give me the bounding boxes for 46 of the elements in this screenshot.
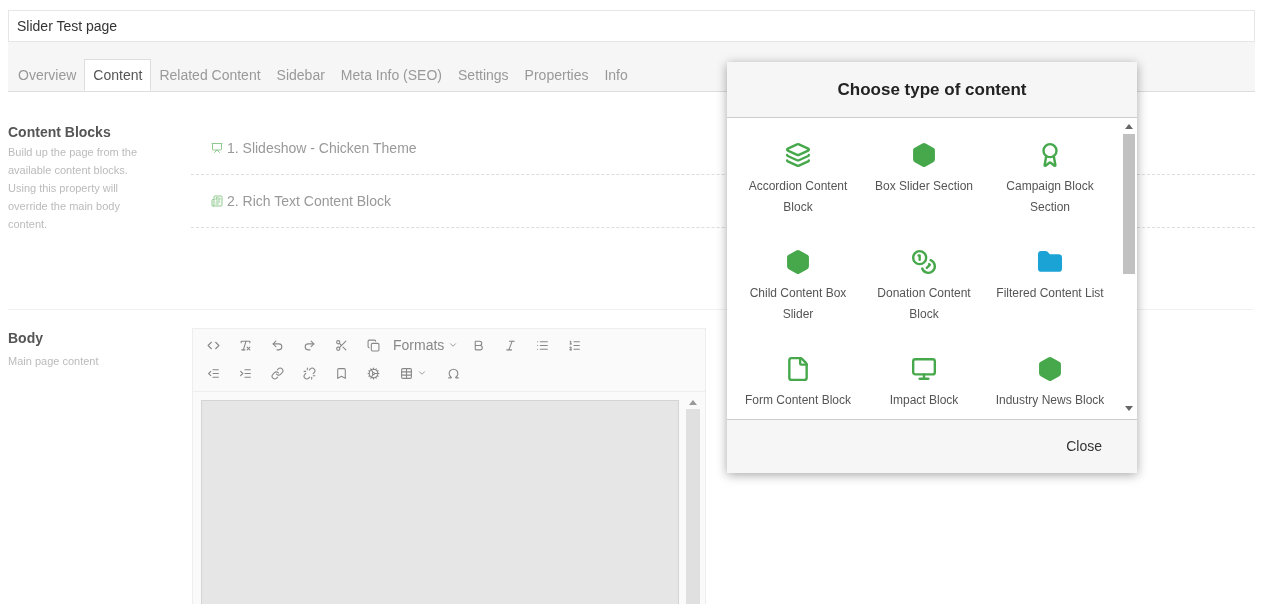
- dialog-title: Choose type of content: [837, 78, 1027, 101]
- section-description: Build up the page from the available content blocks. Using this property will override the main body content.: [8, 145, 139, 232]
- gear-icon: [366, 366, 380, 380]
- caret-icon: [416, 368, 427, 378]
- folder-icon: [1037, 249, 1063, 275]
- scroll-down-arrow-icon[interactable]: [1125, 406, 1133, 411]
- tab[interactable]: Content: [84, 59, 152, 91]
- numbered-list-icon: [567, 338, 581, 352]
- content-type-option[interactable]: Child Content Box Slider: [735, 249, 861, 336]
- unlink-icon: [302, 366, 316, 380]
- redo-icon: [302, 338, 316, 352]
- omega-icon: [446, 366, 460, 380]
- scrollbar[interactable]: [686, 409, 700, 604]
- content-type-option[interactable]: Form Content Block: [735, 356, 861, 419]
- formats-dropdown[interactable]: Formats: [389, 331, 463, 359]
- section-label: Content Blocks: [8, 123, 112, 142]
- copy-icon: [366, 338, 380, 352]
- content-type-option[interactable]: Impact Block: [861, 356, 987, 419]
- section-description: Main page content: [8, 354, 100, 369]
- content-type-option[interactable]: Donation Content Block: [861, 249, 987, 336]
- text-block-icon: [211, 195, 223, 207]
- dialog-scrollbar[interactable]: [1123, 134, 1135, 274]
- close-button[interactable]: Close: [1066, 436, 1102, 457]
- caret-icon: [448, 340, 459, 350]
- scroll-up-arrow-icon[interactable]: [689, 400, 697, 405]
- indent-icon: [238, 366, 252, 380]
- content-block-label: 2. Rich Text Content Block: [227, 191, 391, 211]
- stack-icon: [785, 142, 811, 168]
- clear-format-icon: [238, 338, 252, 352]
- cut-icon: [334, 338, 348, 352]
- link-icon: [270, 366, 284, 380]
- coin-stack-icon: [911, 249, 937, 275]
- slideshow-icon: [211, 142, 223, 154]
- page-title-field[interactable]: Slider Test page: [8, 10, 1255, 42]
- italic-icon: [503, 338, 517, 352]
- undo-icon: [270, 338, 284, 352]
- table-icon: [399, 366, 413, 380]
- bookmark-icon: [334, 366, 348, 380]
- section-label: Body: [8, 329, 44, 348]
- scroll-up-arrow-icon[interactable]: [1125, 124, 1133, 129]
- document-icon: [785, 356, 811, 382]
- content-block-label: 1. Slideshow - Chicken Theme: [227, 138, 417, 158]
- bullet-list-icon: [535, 338, 549, 352]
- content-type-option[interactable]: Filtered Content List: [987, 249, 1113, 336]
- monitor-icon: [911, 356, 937, 382]
- outdent-icon: [206, 366, 220, 380]
